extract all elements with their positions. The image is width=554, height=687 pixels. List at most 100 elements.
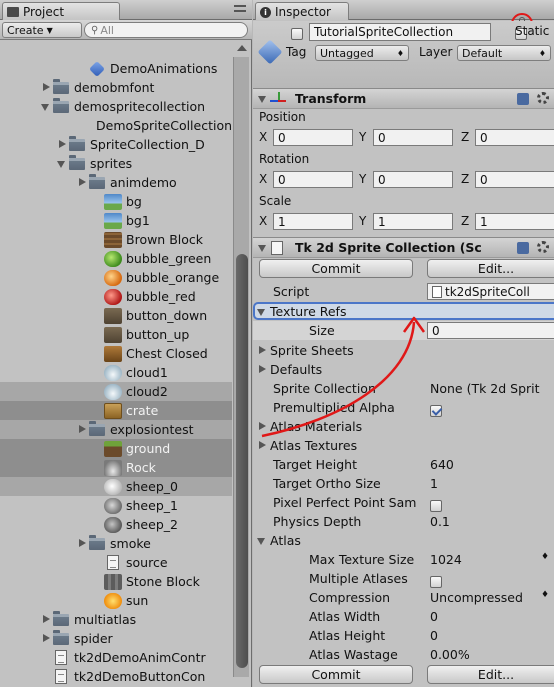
project-item[interactable]: tk2dDemoButtonCon (0, 667, 232, 686)
project-item[interactable]: cloud2 (0, 382, 232, 401)
foldout-arrow-icon[interactable] (257, 365, 266, 374)
foldout-arrow-icon[interactable] (257, 536, 266, 545)
edit-button[interactable]: Edit... (427, 259, 554, 278)
search-input[interactable]: ⚲ All (84, 22, 248, 38)
project-item[interactable]: demospritecollection (0, 97, 232, 116)
position-z-field[interactable]: 0 (475, 129, 554, 146)
help-book-icon[interactable] (517, 93, 529, 105)
foldout-arrow-icon[interactable] (257, 422, 266, 431)
active-checkbox[interactable] (291, 27, 303, 40)
foldout-closed-arrow-icon[interactable] (57, 140, 66, 149)
sprite-sheets-foldout[interactable]: Sprite Sheets (253, 341, 554, 360)
updown-arrows-icon[interactable]: ♦ (541, 552, 549, 562)
project-item[interactable]: Rock (0, 458, 232, 477)
commit-button-bottom[interactable]: Commit (259, 665, 413, 684)
premultiplied-checkbox[interactable] (430, 404, 442, 417)
project-item[interactable]: demobmfont (0, 78, 232, 97)
size-field[interactable]: 0 (427, 322, 554, 339)
project-item[interactable]: smoke (0, 534, 232, 553)
project-scrollbar[interactable] (233, 45, 249, 677)
multiple-atlases-checkbox[interactable] (430, 575, 442, 588)
scale-x-field[interactable]: 1 (273, 213, 353, 230)
project-item[interactable]: bg1 (0, 211, 232, 230)
atlas-foldout[interactable]: Atlas (253, 531, 554, 550)
foldout-closed-arrow-icon[interactable] (77, 539, 86, 548)
foldout-closed-arrow-icon[interactable] (41, 83, 50, 92)
edit-button-bottom[interactable]: Edit... (427, 665, 554, 684)
foldout-arrow-icon[interactable] (257, 346, 266, 355)
tag-dropdown[interactable]: Untagged ♦ (315, 45, 409, 61)
project-item[interactable]: bg (0, 192, 232, 211)
foldout-arrow-icon[interactable] (257, 307, 266, 316)
sprite-collection-value[interactable]: None (Tk 2d Sprit (430, 381, 540, 396)
updown-arrows-icon[interactable]: ♦ (541, 590, 549, 600)
rotation-z-field[interactable]: 0 (475, 171, 554, 188)
project-item[interactable]: DemoAnimations (0, 59, 232, 78)
project-item[interactable]: sheep_1 (0, 496, 232, 515)
project-item[interactable]: explosiontest (0, 420, 232, 439)
foldout-closed-arrow-icon[interactable] (77, 425, 86, 434)
project-item[interactable]: bubble_green (0, 249, 232, 268)
rotation-y-field[interactable]: 0 (373, 171, 453, 188)
gear-icon[interactable] (537, 241, 549, 253)
project-item[interactable]: button_down (0, 306, 232, 325)
project-item[interactable]: sheep_0 (0, 477, 232, 496)
project-item[interactable]: animdemo (0, 173, 232, 192)
transform-header[interactable]: Transform (253, 88, 554, 109)
pixel-perfect-checkbox[interactable] (430, 499, 442, 512)
foldout-closed-arrow-icon[interactable] (41, 634, 50, 643)
layer-dropdown[interactable]: Default ♦ (457, 45, 551, 61)
commit-button[interactable]: Commit (259, 259, 413, 278)
tab-project[interactable]: Project (2, 2, 120, 20)
project-item[interactable]: Stone Block (0, 572, 232, 591)
scroll-thumb[interactable] (236, 254, 248, 668)
texture-refs-foldout[interactable]: Texture Refs (253, 302, 554, 320)
object-name-field[interactable]: TutorialSpriteCollection (309, 23, 491, 41)
atlas-materials-foldout[interactable]: Atlas Materials (253, 417, 554, 436)
position-y-field[interactable]: 0 (373, 129, 453, 146)
project-item[interactable]: multiatlas (0, 610, 232, 629)
scale-z-field[interactable]: 1 (475, 213, 554, 230)
help-book-icon[interactable] (517, 242, 529, 254)
position-x-field[interactable]: 0 (273, 129, 353, 146)
target-ortho-value[interactable]: 1 (430, 476, 438, 491)
project-item[interactable]: SpriteCollection_D (0, 135, 232, 154)
foldout-open-arrow-icon[interactable] (41, 102, 50, 111)
max-texture-value[interactable]: 1024 (430, 552, 462, 567)
project-item[interactable]: tk2dDemoAnimContr (0, 648, 232, 667)
project-item[interactable]: button_up (0, 325, 232, 344)
foldout-arrow-icon[interactable] (257, 441, 266, 450)
project-item[interactable]: sheep_2 (0, 515, 232, 534)
project-item[interactable]: sun (0, 591, 232, 610)
physics-depth-value[interactable]: 0.1 (430, 514, 450, 529)
target-height-value[interactable]: 640 (430, 457, 454, 472)
atlas-textures-foldout[interactable]: Atlas Textures (253, 436, 554, 455)
foldout-closed-arrow-icon[interactable] (77, 178, 86, 187)
create-button[interactable]: Create ▼ (2, 22, 82, 38)
tab-inspector[interactable]: i Inspector (255, 2, 349, 20)
project-item[interactable]: ground (0, 439, 232, 458)
foldout-open-arrow-icon[interactable] (57, 159, 66, 168)
project-item[interactable]: Chest Closed (0, 344, 232, 363)
project-item[interactable]: source (0, 553, 232, 572)
foldout-arrow-icon[interactable] (258, 243, 267, 252)
sprite-collection-header[interactable]: Tk 2d Sprite Collection (Sc (253, 237, 554, 258)
project-item[interactable]: spider (0, 629, 232, 648)
foldout-closed-arrow-icon[interactable] (41, 615, 50, 624)
project-item[interactable]: sprites (0, 154, 232, 173)
scale-y-field[interactable]: 1 (373, 213, 453, 230)
project-item[interactable]: DemoSpriteCollection (0, 116, 232, 135)
project-item[interactable]: bubble_red (0, 287, 232, 306)
project-item[interactable]: crate (0, 401, 232, 420)
compression-value[interactable]: Uncompressed (430, 590, 523, 605)
gear-icon[interactable] (537, 92, 549, 104)
project-item[interactable]: Brown Block (0, 230, 232, 249)
script-field[interactable]: tk2dSpriteColl (427, 283, 554, 300)
panel-menu-icon[interactable] (234, 4, 246, 14)
project-item[interactable]: bubble_orange (0, 268, 232, 287)
defaults-foldout[interactable]: Defaults (253, 360, 554, 379)
project-item[interactable]: cloud1 (0, 363, 232, 382)
scroll-up-arrow-icon[interactable] (237, 45, 247, 51)
rotation-x-field[interactable]: 0 (273, 171, 353, 188)
foldout-arrow-icon[interactable] (258, 94, 267, 103)
